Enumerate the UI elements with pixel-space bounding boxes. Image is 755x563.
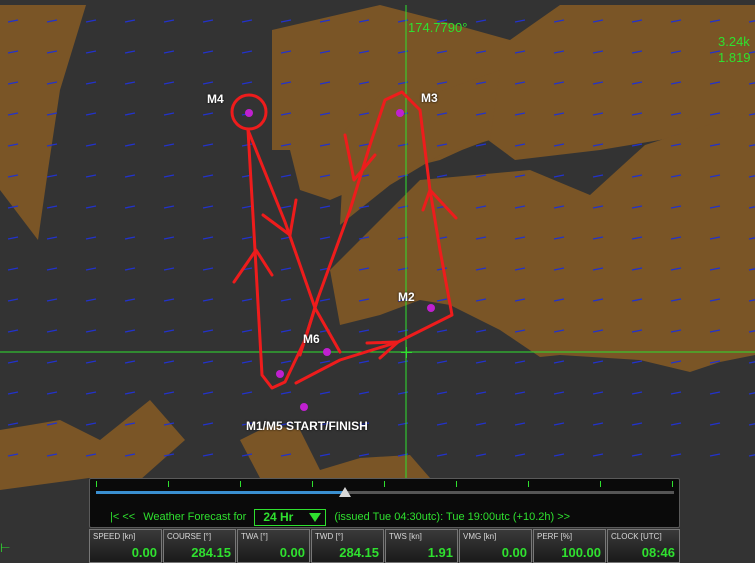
- instrument-label: TWA [°]: [241, 532, 268, 541]
- instrument-label: COURSE [°]: [167, 532, 212, 541]
- mark-m1-dot[interactable]: [300, 403, 308, 411]
- mark-label-m6: M6: [303, 332, 320, 346]
- instrument-value: 100.00: [561, 545, 601, 560]
- instrument-display: PERF [%] 100.00: [533, 529, 606, 563]
- timeline-back-buttons[interactable]: |< <<: [110, 511, 135, 523]
- instrument-label: VMG [kn]: [463, 532, 497, 541]
- instrument-value: 08:46: [641, 545, 675, 560]
- distance-readout-line-1: 3.24k: [718, 34, 750, 49]
- timeline-tick: [672, 481, 673, 487]
- instrument-value: 0.00: [279, 545, 305, 560]
- instrument-label: CLOCK [UTC]: [611, 532, 662, 541]
- mark-m4-dot[interactable]: [245, 109, 253, 117]
- forecast-slider-fill: [96, 491, 345, 494]
- mark-unnamed-dot[interactable]: [276, 370, 284, 378]
- left-edge-handle-icon[interactable]: ⊢: [0, 541, 10, 555]
- instrument-display: CLOCK [UTC] 08:46: [607, 529, 680, 563]
- timeline-tick: [312, 481, 313, 487]
- cursor-crosshair-icon: [401, 347, 412, 358]
- instrument-value: 284.15: [191, 545, 231, 560]
- forecast-slider-thumb[interactable]: [338, 487, 351, 497]
- instrument-value: 1.91: [427, 545, 453, 560]
- timeline-tick: [528, 481, 529, 487]
- timeline-tick: [600, 481, 601, 487]
- forecast-slider-track[interactable]: [96, 491, 674, 494]
- mark-m2-dot[interactable]: [427, 304, 435, 312]
- timeline-tick: [96, 481, 97, 487]
- instrument-label: TWD [°]: [315, 532, 344, 541]
- mark-label-m4: M4: [207, 92, 224, 106]
- instrument-value: 0.00: [131, 545, 157, 560]
- mark-label-m1-start-finish: M1/M5 START/FINISH: [246, 419, 368, 433]
- instrument-bar: SPEED [kn] 0.00 COURSE [°] 284.15 TWA [°] 0.0…: [89, 529, 681, 563]
- instrument-value: 284.15: [339, 545, 379, 560]
- timeline-tick: [168, 481, 169, 487]
- longitude-readout: 174.7790°: [408, 20, 468, 35]
- mark-label-m2: M2: [398, 290, 415, 304]
- instrument-label: PERF [%]: [537, 532, 573, 541]
- forecast-duration-select[interactable]: 24 Hr: [254, 508, 327, 526]
- instrument-value: 0.00: [501, 545, 527, 560]
- instrument-display: TWA [°] 0.00: [237, 529, 310, 563]
- timeline-tick: [456, 481, 457, 487]
- distance-readout: 3.24k 1.819: [718, 34, 751, 66]
- instrument-display: TWD [°] 284.15: [311, 529, 384, 563]
- timeline-tick: [240, 481, 241, 487]
- forecast-controls-row: |< << Weather Forecast for 24 Hr (issued…: [110, 507, 570, 527]
- forecast-issued-text[interactable]: (issued Tue 04:30utc): Tue 19:00utc (+10…: [334, 511, 570, 523]
- instrument-display: COURSE [°] 284.15: [163, 529, 236, 563]
- mark-m6-dot[interactable]: [323, 348, 331, 356]
- instrument-display: SPEED [kn] 0.00: [89, 529, 162, 563]
- mark-label-m3: M3: [421, 91, 438, 105]
- timeline-tick: [384, 481, 385, 487]
- instrument-label: SPEED [kn]: [93, 532, 136, 541]
- distance-readout-line-2: 1.819: [718, 50, 751, 65]
- instrument-display: VMG [kn] 0.00: [459, 529, 532, 563]
- forecast-label: Weather Forecast for: [143, 511, 247, 523]
- chevron-down-icon: [309, 512, 322, 522]
- mark-m3-dot[interactable]: [396, 109, 404, 117]
- instrument-display: TWS [kn] 1.91: [385, 529, 458, 563]
- weather-forecast-timeline: |< << Weather Forecast for 24 Hr (issued…: [89, 478, 680, 528]
- instrument-label: TWS [kn]: [389, 532, 422, 541]
- forecast-duration-value: 24 Hr: [263, 510, 294, 524]
